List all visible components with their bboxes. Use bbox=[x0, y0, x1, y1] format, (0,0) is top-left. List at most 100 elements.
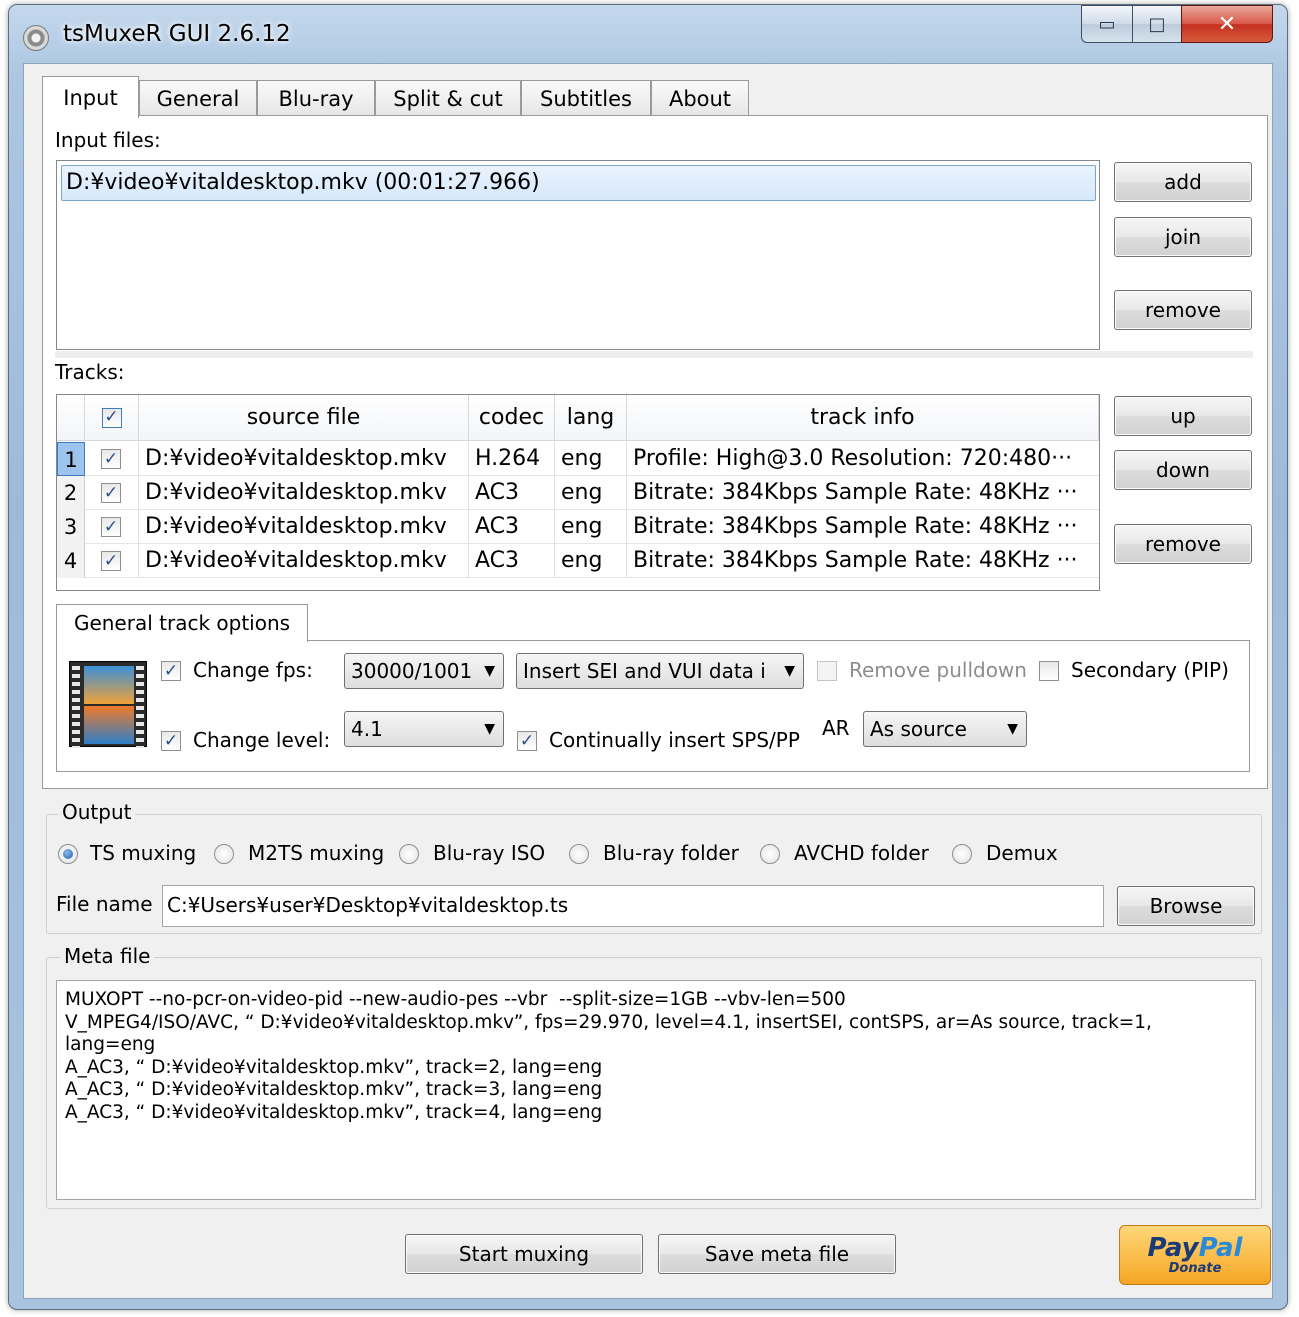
row-number[interactable]: 3 bbox=[57, 510, 85, 544]
paypal-logo: PayPal bbox=[1147, 1232, 1243, 1263]
track-checkbox[interactable]: ✓ bbox=[101, 449, 121, 469]
title-bar[interactable]: tsMuxeR GUI 2.6.12 ▭ □ ✕ bbox=[9, 5, 1287, 63]
meta-file-textarea[interactable]: MUXOPT --no-pcr-on-video-pid --new-audio… bbox=[56, 980, 1256, 1200]
tab-about[interactable]: About bbox=[651, 80, 749, 116]
track-checkbox[interactable]: ✓ bbox=[101, 483, 121, 503]
sei-dropdown[interactable]: Insert SEI and VUI data i ▼ bbox=[516, 653, 804, 689]
down-button[interactable]: down bbox=[1114, 450, 1252, 490]
blu-ray-iso-label: Blu-ray ISO bbox=[433, 841, 546, 865]
window-title: tsMuxeR GUI 2.6.12 bbox=[63, 21, 291, 47]
fps-dropdown[interactable]: 30000/1001 ▼ bbox=[344, 653, 504, 689]
track-check-cell[interactable]: ✓ bbox=[85, 476, 139, 510]
track-source-file: D:¥video¥vitaldesktop.mkv bbox=[139, 476, 469, 510]
track-row[interactable]: 3 ✓ D:¥video¥vitaldesktop.mkv AC3 eng Bi… bbox=[57, 510, 1099, 544]
input-tab-panel: Input files: D:¥video¥vitaldesktop.mkv (… bbox=[42, 115, 1268, 789]
change-level-checkbox[interactable]: ✓ bbox=[161, 731, 181, 751]
start-muxing-button[interactable]: Start muxing bbox=[405, 1234, 643, 1274]
track-info: Bitrate: 384Kbps Sample Rate: 48KHz ··· bbox=[633, 548, 1078, 573]
track-check-cell[interactable]: ✓ bbox=[85, 510, 139, 544]
remove-track-button[interactable]: remove bbox=[1114, 524, 1252, 564]
track-row[interactable]: 4 ✓ D:¥video¥vitaldesktop.mkv AC3 eng Bi… bbox=[57, 544, 1099, 578]
tab-general[interactable]: General bbox=[139, 80, 257, 116]
tab-blu-ray[interactable]: Blu-ray bbox=[257, 80, 375, 116]
avchd-folder-radio[interactable] bbox=[760, 844, 780, 864]
sei-value: Insert SEI and VUI data i bbox=[523, 659, 766, 683]
column-header-track-info[interactable]: track info bbox=[627, 395, 1099, 441]
chevron-down-icon: ▼ bbox=[1007, 721, 1018, 737]
check-icon: ✓ bbox=[103, 516, 119, 537]
secondary-pip-checkbox[interactable] bbox=[1039, 661, 1059, 681]
tracks-table[interactable]: ✓ source file codec lang track info 1 ✓ … bbox=[56, 394, 1100, 591]
track-checkbox[interactable]: ✓ bbox=[101, 551, 121, 571]
check-icon: ✓ bbox=[163, 660, 179, 681]
client-area: Input General Blu-ray Split & cut Subtit… bbox=[23, 63, 1273, 1299]
join-button[interactable]: join bbox=[1114, 217, 1252, 257]
column-header-lang[interactable]: lang bbox=[555, 395, 627, 441]
m2ts-muxing-radio[interactable] bbox=[214, 844, 234, 864]
track-check-cell[interactable]: ✓ bbox=[85, 442, 139, 476]
file-name-input[interactable]: C:¥Users¥user¥Desktop¥vitaldesktop.ts bbox=[162, 885, 1104, 927]
ts-muxing-label: TS muxing bbox=[90, 841, 197, 865]
demux-label: Demux bbox=[986, 841, 1058, 865]
track-codec: AC3 bbox=[469, 510, 555, 544]
level-dropdown[interactable]: 4.1 ▼ bbox=[344, 711, 504, 747]
paypal-donate-button[interactable]: PayPal Donate bbox=[1119, 1225, 1271, 1285]
blu-ray-folder-radio[interactable] bbox=[569, 844, 589, 864]
splitter[interactable] bbox=[55, 351, 1253, 358]
blu-ray-iso-radio[interactable] bbox=[399, 844, 419, 864]
browse-button[interactable]: Browse bbox=[1117, 886, 1255, 926]
continually-insert-label: Continually insert SPS/PP bbox=[549, 728, 800, 752]
app-gear-icon[interactable] bbox=[23, 25, 49, 51]
main-window: tsMuxeR GUI 2.6.12 ▭ □ ✕ Input General B… bbox=[8, 4, 1288, 1310]
track-source-file: D:¥video¥vitaldesktop.mkv bbox=[139, 544, 469, 578]
track-checkbox[interactable]: ✓ bbox=[101, 517, 121, 537]
change-fps-checkbox[interactable]: ✓ bbox=[161, 661, 181, 681]
track-row[interactable]: 1 ✓ D:¥video¥vitaldesktop.mkv H.264 eng … bbox=[57, 442, 1099, 476]
up-button[interactable]: up bbox=[1114, 396, 1252, 436]
minimize-button[interactable]: ▭ bbox=[1081, 5, 1133, 43]
column-header-codec[interactable]: codec bbox=[469, 395, 555, 441]
remove-file-button[interactable]: remove bbox=[1114, 290, 1252, 330]
ts-muxing-radio[interactable] bbox=[58, 844, 78, 864]
row-number[interactable]: 2 bbox=[57, 476, 85, 510]
demux-radio[interactable] bbox=[952, 844, 972, 864]
tab-subtitles[interactable]: Subtitles bbox=[521, 80, 651, 116]
close-button[interactable]: ✕ bbox=[1181, 5, 1273, 43]
track-source-file: D:¥video¥vitaldesktop.mkv bbox=[139, 510, 469, 544]
check-icon: ✓ bbox=[519, 730, 535, 751]
row-number[interactable]: 4 bbox=[57, 544, 85, 578]
tracks-label: Tracks: bbox=[55, 360, 125, 384]
close-icon: ✕ bbox=[1217, 11, 1237, 37]
change-level-label: Change level: bbox=[193, 728, 331, 752]
select-all-checkbox[interactable]: ✓ bbox=[101, 407, 122, 428]
check-icon: ✓ bbox=[103, 550, 119, 571]
track-check-cell[interactable]: ✓ bbox=[85, 544, 139, 578]
chevron-down-icon: ▼ bbox=[784, 663, 795, 679]
ar-label: AR bbox=[822, 716, 850, 740]
input-file-item[interactable]: D:¥video¥vitaldesktop.mkv (00:01:27.966) bbox=[61, 165, 1096, 201]
m2ts-muxing-label: M2TS muxing bbox=[248, 841, 385, 865]
header-check-cell[interactable]: ✓ bbox=[85, 395, 139, 441]
row-number[interactable]: 1 bbox=[57, 442, 85, 476]
track-codec: AC3 bbox=[469, 544, 555, 578]
track-lang: eng bbox=[555, 442, 627, 476]
ar-dropdown[interactable]: As source ▼ bbox=[863, 711, 1027, 747]
tab-input[interactable]: Input bbox=[42, 76, 139, 118]
tab-general-track-options[interactable]: General track options bbox=[56, 604, 308, 642]
save-meta-file-button[interactable]: Save meta file bbox=[658, 1234, 896, 1274]
ar-value: As source bbox=[870, 717, 967, 741]
track-lang: eng bbox=[555, 510, 627, 544]
check-icon: ✓ bbox=[163, 730, 179, 751]
track-row[interactable]: 2 ✓ D:¥video¥vitaldesktop.mkv AC3 eng Bi… bbox=[57, 476, 1099, 510]
remove-pulldown-checkbox[interactable] bbox=[817, 661, 837, 681]
minimize-icon: ▭ bbox=[1098, 13, 1116, 35]
add-button[interactable]: add bbox=[1114, 162, 1252, 202]
input-files-list[interactable]: D:¥video¥vitaldesktop.mkv (00:01:27.966) bbox=[56, 160, 1100, 350]
check-icon: ✓ bbox=[104, 407, 119, 427]
input-files-label: Input files: bbox=[55, 128, 161, 152]
maximize-button[interactable]: □ bbox=[1132, 5, 1182, 43]
tab-split-cut[interactable]: Split & cut bbox=[375, 80, 521, 116]
column-header-source-file[interactable]: source file bbox=[139, 395, 469, 441]
continually-insert-checkbox[interactable]: ✓ bbox=[517, 731, 537, 751]
track-info: Profile: High@3.0 Resolution: 720:480··· bbox=[633, 446, 1073, 471]
